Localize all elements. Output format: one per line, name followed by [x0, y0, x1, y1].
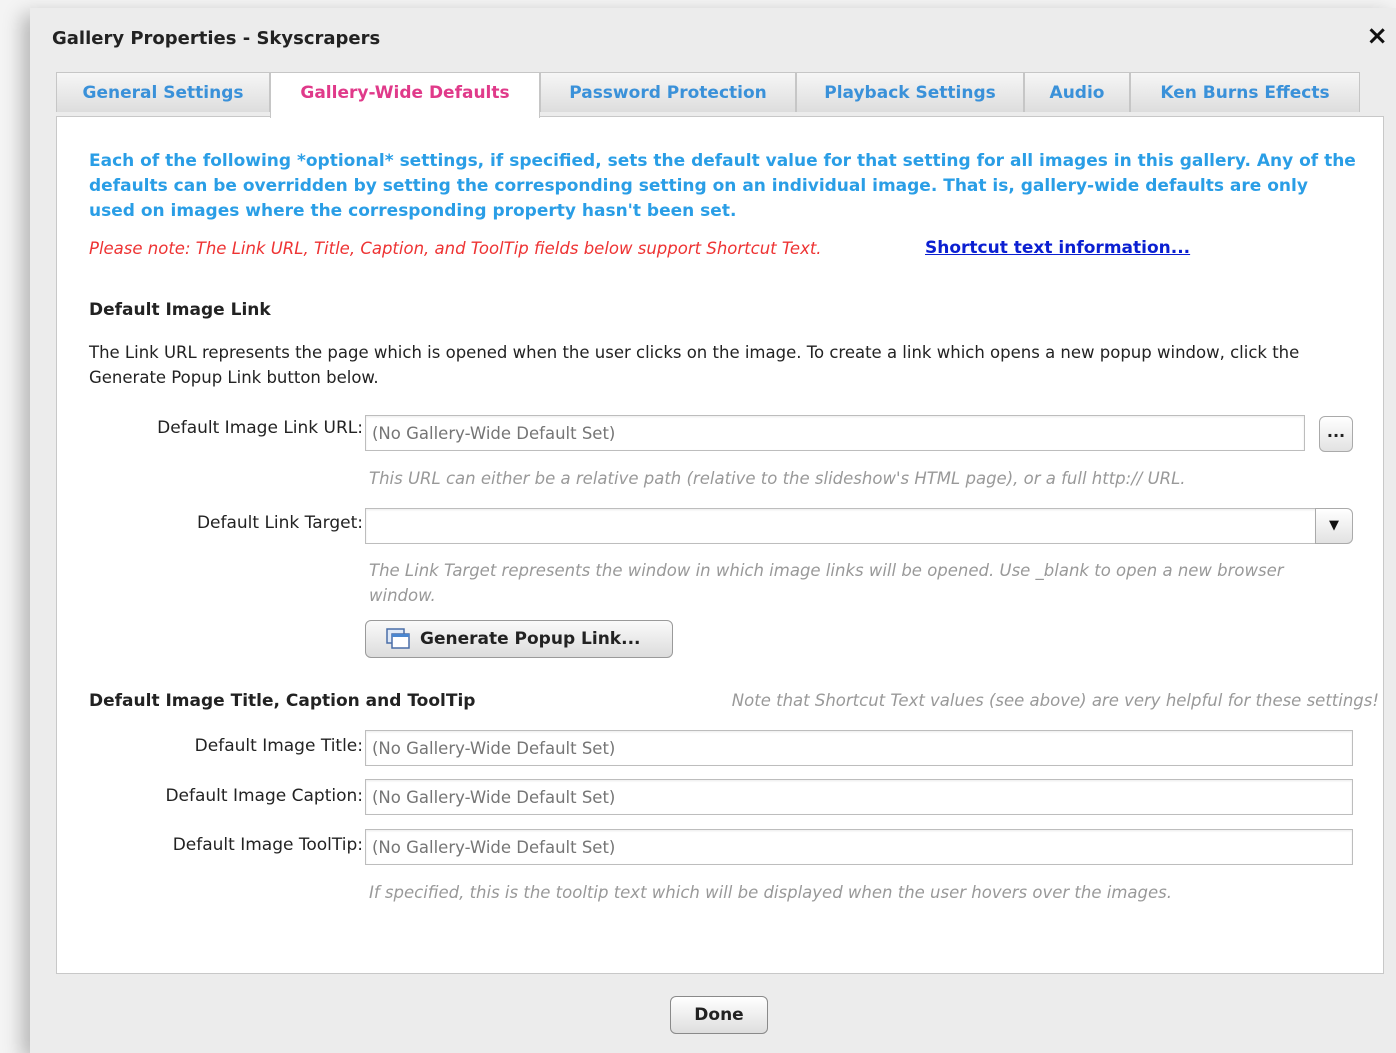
shortcut-note: Please note: The Link URL, Title, Captio… — [89, 239, 822, 258]
tab-audio[interactable]: Audio — [1024, 72, 1130, 112]
tab-general-settings[interactable]: General Settings — [56, 72, 270, 112]
close-icon[interactable]: × — [1366, 22, 1388, 50]
gallery-properties-dialog: Gallery Properties - Skyscrapers × Gener… — [30, 8, 1396, 1053]
tab-ken-burns-effects[interactable]: Ken Burns Effects — [1130, 72, 1360, 112]
generate-popup-link-label: Generate Popup Link... — [420, 629, 641, 649]
tab-password-protection[interactable]: Password Protection — [540, 72, 796, 112]
gallery-wide-defaults-panel: Each of the following *optional* setting… — [56, 116, 1384, 974]
default-image-link-heading: Default Image Link — [89, 300, 271, 320]
tab-playback-settings[interactable]: Playback Settings — [796, 72, 1024, 112]
image-title-input[interactable] — [365, 730, 1353, 766]
title-caption-tooltip-heading: Default Image Title, Caption and ToolTip — [89, 691, 476, 711]
link-description: The Link URL represents the page which i… — [89, 343, 1300, 387]
intro-text: Each of the following *optional* setting… — [89, 151, 1356, 221]
browse-url-button[interactable]: ... — [1319, 416, 1353, 452]
link-target-label: Default Link Target: — [196, 513, 363, 533]
shortcut-info-link[interactable]: Shortcut text information... — [925, 238, 1190, 258]
image-caption-input[interactable] — [365, 779, 1353, 815]
generate-popup-link-button[interactable]: Generate Popup Link... — [365, 620, 673, 658]
link-url-hint: This URL can either be a relative path (… — [369, 469, 1186, 488]
link-url-label: Default Image Link URL: — [157, 418, 363, 438]
image-tooltip-input[interactable] — [365, 829, 1353, 865]
link-url-input[interactable] — [365, 415, 1305, 451]
link-target-select[interactable] — [365, 508, 1317, 544]
chevron-down-icon[interactable]: ▼ — [1315, 508, 1353, 544]
image-caption-label: Default Image Caption: — [165, 786, 363, 806]
tab-gallery-wide-defaults[interactable]: Gallery-Wide Defaults — [270, 72, 540, 118]
image-title-label: Default Image Title: — [194, 736, 363, 756]
popup-window-icon — [386, 628, 410, 649]
image-tooltip-label: Default Image ToolTip: — [172, 835, 363, 855]
done-button[interactable]: Done — [670, 996, 768, 1034]
link-target-hint: The Link Target represents the window in… — [369, 561, 1284, 605]
shortcut-helpful-note: Note that Shortcut Text values (see abov… — [731, 691, 1379, 710]
dialog-title: Gallery Properties - Skyscrapers — [52, 28, 381, 49]
tooltip-hint: If specified, this is the tooltip text w… — [369, 883, 1172, 902]
